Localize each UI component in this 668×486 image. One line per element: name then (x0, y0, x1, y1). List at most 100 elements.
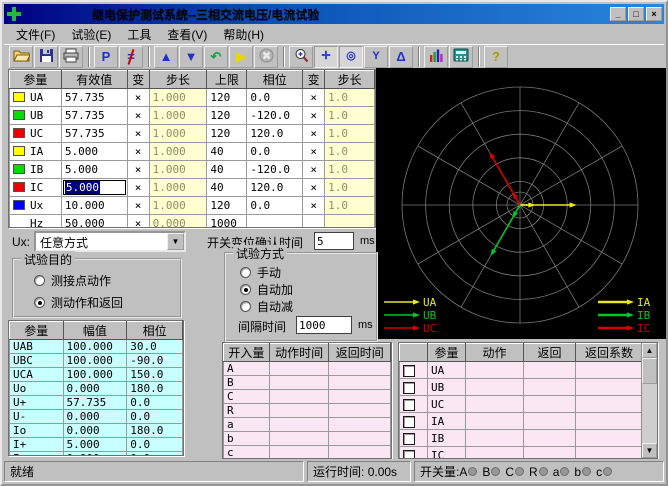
param-vary-cell[interactable]: × (127, 179, 149, 197)
zoom-button[interactable] (289, 46, 313, 68)
param-phase-cell[interactable]: -120.0 (247, 161, 303, 179)
checkbox[interactable] (403, 450, 415, 460)
param-phase-cell[interactable]: 0.0 (247, 197, 303, 215)
checkbox[interactable] (403, 433, 415, 445)
checkbox[interactable] (403, 416, 415, 428)
param-value-cell[interactable]: 5.000 (61, 179, 127, 197)
chevron-down-icon[interactable]: ▼ (167, 233, 184, 250)
scrollbar-thumb[interactable] (642, 358, 657, 384)
param-step-cell[interactable]: 1.000 (149, 125, 207, 143)
param-limit-cell[interactable]: 1000 (207, 215, 247, 229)
param-step2-cell[interactable]: 1.0 (325, 161, 375, 179)
stop-button[interactable] (254, 46, 278, 68)
param-limit-cell[interactable]: 40 (207, 179, 247, 197)
delta-button[interactable]: Δ (389, 46, 413, 68)
print-button[interactable] (59, 46, 83, 68)
param-vary-cell[interactable]: × (127, 161, 149, 179)
param-vary2-cell[interactable]: × (303, 107, 325, 125)
menu-item-0[interactable]: 文件(F) (8, 24, 63, 45)
test-purpose-option-0[interactable]: 测接点动作 (34, 272, 111, 289)
bar-chart-button[interactable] (424, 46, 448, 68)
param-step-cell[interactable]: 1.000 (149, 179, 207, 197)
param-step2-cell[interactable]: 1.0 (325, 143, 375, 161)
param-vary2-cell[interactable]: × (303, 161, 325, 179)
pause-button[interactable]: P (94, 46, 118, 68)
reset-button[interactable]: ↶ (204, 46, 228, 68)
scroll-up-icon[interactable]: ▲ (642, 343, 657, 358)
interval-input[interactable] (296, 316, 352, 334)
checkbox[interactable] (403, 382, 415, 394)
menu-item-3[interactable]: 查看(V) (159, 24, 215, 45)
param-vary-cell[interactable]: × (127, 197, 149, 215)
rings-button[interactable]: ◎ (339, 46, 363, 68)
param-step2-cell[interactable]: 1.0 (325, 107, 375, 125)
help-button[interactable]: ? (484, 46, 508, 68)
save-button[interactable] (34, 46, 58, 68)
param-limit-cell[interactable]: 40 (207, 161, 247, 179)
maximize-button[interactable]: □ (628, 7, 644, 21)
param-step2-cell[interactable]: 1.0 (325, 89, 375, 107)
test-mode-option-1[interactable]: 自动加 (240, 281, 293, 298)
scrollbar-track[interactable] (642, 358, 657, 443)
test-mode-option-2[interactable]: 自动减 (240, 298, 293, 315)
open-button[interactable] (9, 46, 33, 68)
param-step2-cell[interactable] (325, 215, 375, 229)
minimize-button[interactable]: _ (610, 7, 626, 21)
checkbox[interactable] (403, 399, 415, 411)
param-phase-cell[interactable]: 120.0 (247, 125, 303, 143)
param-step-cell[interactable]: 1.000 (149, 89, 207, 107)
param-vary-cell[interactable]: × (127, 143, 149, 161)
step-down-button[interactable]: ▼ (179, 46, 203, 68)
param-vary2-cell[interactable]: × (303, 197, 325, 215)
menu-item-4[interactable]: 帮助(H) (215, 24, 272, 45)
param-limit-cell[interactable]: 40 (207, 143, 247, 161)
param-step2-cell[interactable]: 1.0 (325, 179, 375, 197)
radio-button-selected[interactable] (34, 297, 45, 308)
radio-button[interactable] (240, 267, 251, 278)
scroll-down-icon[interactable]: ▼ (642, 443, 657, 458)
param-phase-cell[interactable]: -120.0 (247, 107, 303, 125)
param-vary2-cell[interactable]: × (303, 125, 325, 143)
vertical-scrollbar[interactable]: ▲ ▼ (641, 343, 657, 458)
param-vary-cell[interactable]: × (127, 107, 149, 125)
menu-item-2[interactable]: 工具 (119, 24, 159, 45)
checkbox[interactable] (403, 365, 415, 377)
param-value-cell[interactable]: 5.000 (61, 161, 127, 179)
radio-button[interactable] (34, 275, 45, 286)
param-step2-cell[interactable]: 1.0 (325, 125, 375, 143)
calculator-button[interactable] (449, 46, 473, 68)
param-value-cell[interactable]: 57.735 (61, 89, 127, 107)
radio-button[interactable] (240, 301, 251, 312)
param-value-cell[interactable]: 10.000 (61, 197, 127, 215)
param-limit-cell[interactable]: 120 (207, 197, 247, 215)
param-value-cell[interactable]: 57.735 (61, 125, 127, 143)
param-phase-cell[interactable]: 0.0 (247, 143, 303, 161)
param-limit-cell[interactable]: 120 (207, 125, 247, 143)
param-step-cell[interactable]: 1.000 (149, 107, 207, 125)
axes-button[interactable]: ✛ (314, 46, 338, 68)
param-value-cell[interactable]: 5.000 (61, 143, 127, 161)
param-value-cell[interactable]: 50.000 (61, 215, 127, 229)
step-up-button[interactable]: ▲ (154, 46, 178, 68)
param-phase-cell[interactable] (247, 215, 303, 229)
param-step-cell[interactable]: 1.000 (149, 143, 207, 161)
radio-button-selected[interactable] (240, 284, 251, 295)
param-phase-cell[interactable]: 0.0 (247, 89, 303, 107)
confirm-time-input[interactable] (314, 232, 354, 250)
test-purpose-option-1[interactable]: 测动作和返回 (34, 294, 123, 311)
value-edit-field[interactable]: 5.000 (63, 180, 126, 195)
phase-switch-button[interactable]: = (119, 46, 143, 68)
wye-button[interactable]: Y (364, 46, 388, 68)
param-vary-cell[interactable]: × (127, 215, 149, 229)
param-limit-cell[interactable]: 120 (207, 89, 247, 107)
param-vary2-cell[interactable]: × (303, 89, 325, 107)
param-step-cell[interactable]: 1.000 (149, 197, 207, 215)
ux-mode-select[interactable]: 任意方式 ▼ (34, 231, 186, 252)
param-step-cell[interactable]: 1.000 (149, 161, 207, 179)
param-vary-cell[interactable]: × (127, 89, 149, 107)
run-button[interactable]: ▶ (229, 46, 253, 68)
param-step-cell[interactable]: 0.000 (149, 215, 207, 229)
param-vary-cell[interactable]: × (127, 125, 149, 143)
test-mode-option-0[interactable]: 手动 (240, 264, 281, 281)
param-vary2-cell[interactable]: × (303, 179, 325, 197)
